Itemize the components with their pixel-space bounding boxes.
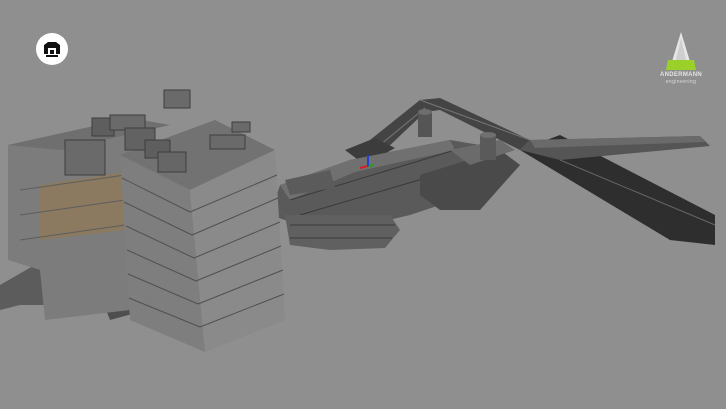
- 3d-model-scene[interactable]: [0, 0, 726, 409]
- conveyor-beam-right: [520, 135, 716, 245]
- andermann-logo-icon: [666, 32, 696, 70]
- brand-logo: ANDERMANN engineering: [648, 30, 714, 100]
- 3d-viewport[interactable]: ANDERMANN engineering: [0, 0, 726, 409]
- main-tower: [120, 120, 285, 352]
- home-view-icon: [44, 42, 60, 57]
- home-view-button[interactable]: [36, 33, 68, 65]
- brand-name: ANDERMANN: [659, 72, 703, 78]
- brand-subtitle: engineering: [665, 79, 697, 85]
